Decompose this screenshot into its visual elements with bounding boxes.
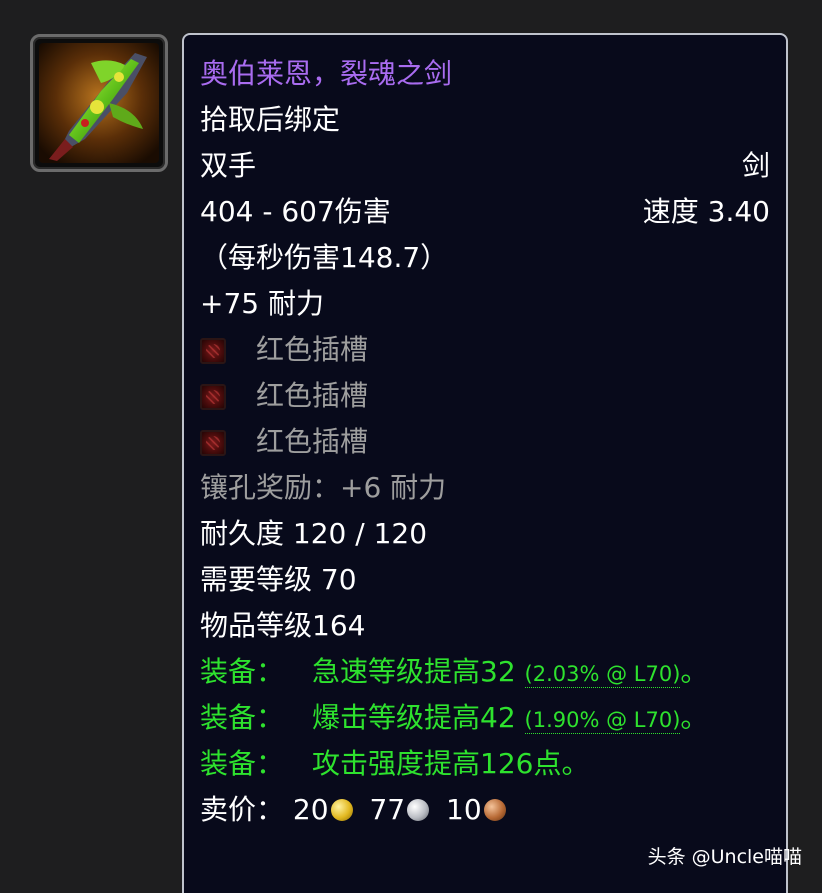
item-tooltip: 奥伯莱恩，裂魂之剑 拾取后绑定 双手 剑 404 - 607伤害 速度 3.40…	[182, 33, 788, 893]
red-socket-icon	[200, 384, 226, 410]
equip-effect: 装备： 爆击等级提高42 (1.90% @ L70)。	[200, 695, 770, 741]
equip-text: 急速等级提高32	[312, 655, 516, 688]
item-name: 奥伯莱恩，裂魂之剑	[200, 57, 453, 90]
socket-row: 红色插槽	[200, 373, 770, 419]
equip-suffix: 。	[680, 701, 709, 734]
socket-label: 红色插槽	[256, 379, 369, 412]
socket-label: 红色插槽	[256, 333, 369, 366]
gold-amount: 20	[292, 793, 329, 826]
watermark: 头条 @Uncle喵喵	[647, 846, 802, 868]
equip-detail[interactable]: (2.03% @ L70)	[524, 662, 681, 688]
item-damage: 404 - 607伤害	[200, 195, 391, 228]
item-stamina: +75 耐力	[200, 287, 324, 320]
red-socket-icon	[200, 430, 226, 456]
item-binding: 拾取后绑定	[200, 103, 341, 136]
equip-detail[interactable]: (1.90% @ L70)	[524, 708, 681, 734]
item-icon[interactable]	[30, 34, 168, 172]
equip-label: 装备：	[200, 701, 285, 734]
copper-amount: 10	[446, 793, 482, 826]
item-dps: （每秒伤害148.7）	[200, 241, 449, 274]
equip-text: 攻击强度提高126点。	[312, 747, 590, 780]
socket-row: 红色插槽	[200, 419, 770, 465]
item-type: 剑	[741, 149, 770, 182]
socket-label: 红色插槽	[256, 425, 369, 458]
equip-label: 装备：	[200, 655, 285, 688]
equip-effect: 装备： 攻击强度提高126点。	[200, 741, 770, 787]
equip-text: 爆击等级提高42	[312, 701, 516, 734]
sell-price-label: 卖价：	[200, 793, 285, 826]
socket-bonus: 镶孔奖励：+6 耐力	[200, 471, 447, 504]
required-level: 需要等级 70	[200, 563, 357, 596]
item-speed: 速度 3.40	[642, 195, 770, 228]
item-damage-row: 404 - 607伤害 速度 3.40	[200, 189, 770, 235]
silver-amount: 77	[369, 793, 406, 826]
item-slot-row: 双手 剑	[200, 143, 770, 189]
equip-effect: 装备： 急速等级提高32 (2.03% @ L70)。	[200, 649, 770, 695]
sell-price-row: 卖价： 20 77 10	[200, 787, 770, 833]
equip-suffix: 。	[680, 655, 709, 688]
copper-coin-icon	[483, 799, 506, 821]
sword-icon	[39, 43, 159, 163]
item-durability: 耐久度 120 / 120	[200, 517, 428, 550]
gold-coin-icon	[330, 799, 353, 821]
equip-label: 装备：	[200, 747, 285, 780]
item-level: 物品等级164	[200, 609, 366, 642]
silver-coin-icon	[407, 799, 430, 821]
item-slot: 双手	[200, 149, 257, 182]
red-socket-icon	[200, 338, 226, 364]
socket-row: 红色插槽	[200, 327, 770, 373]
